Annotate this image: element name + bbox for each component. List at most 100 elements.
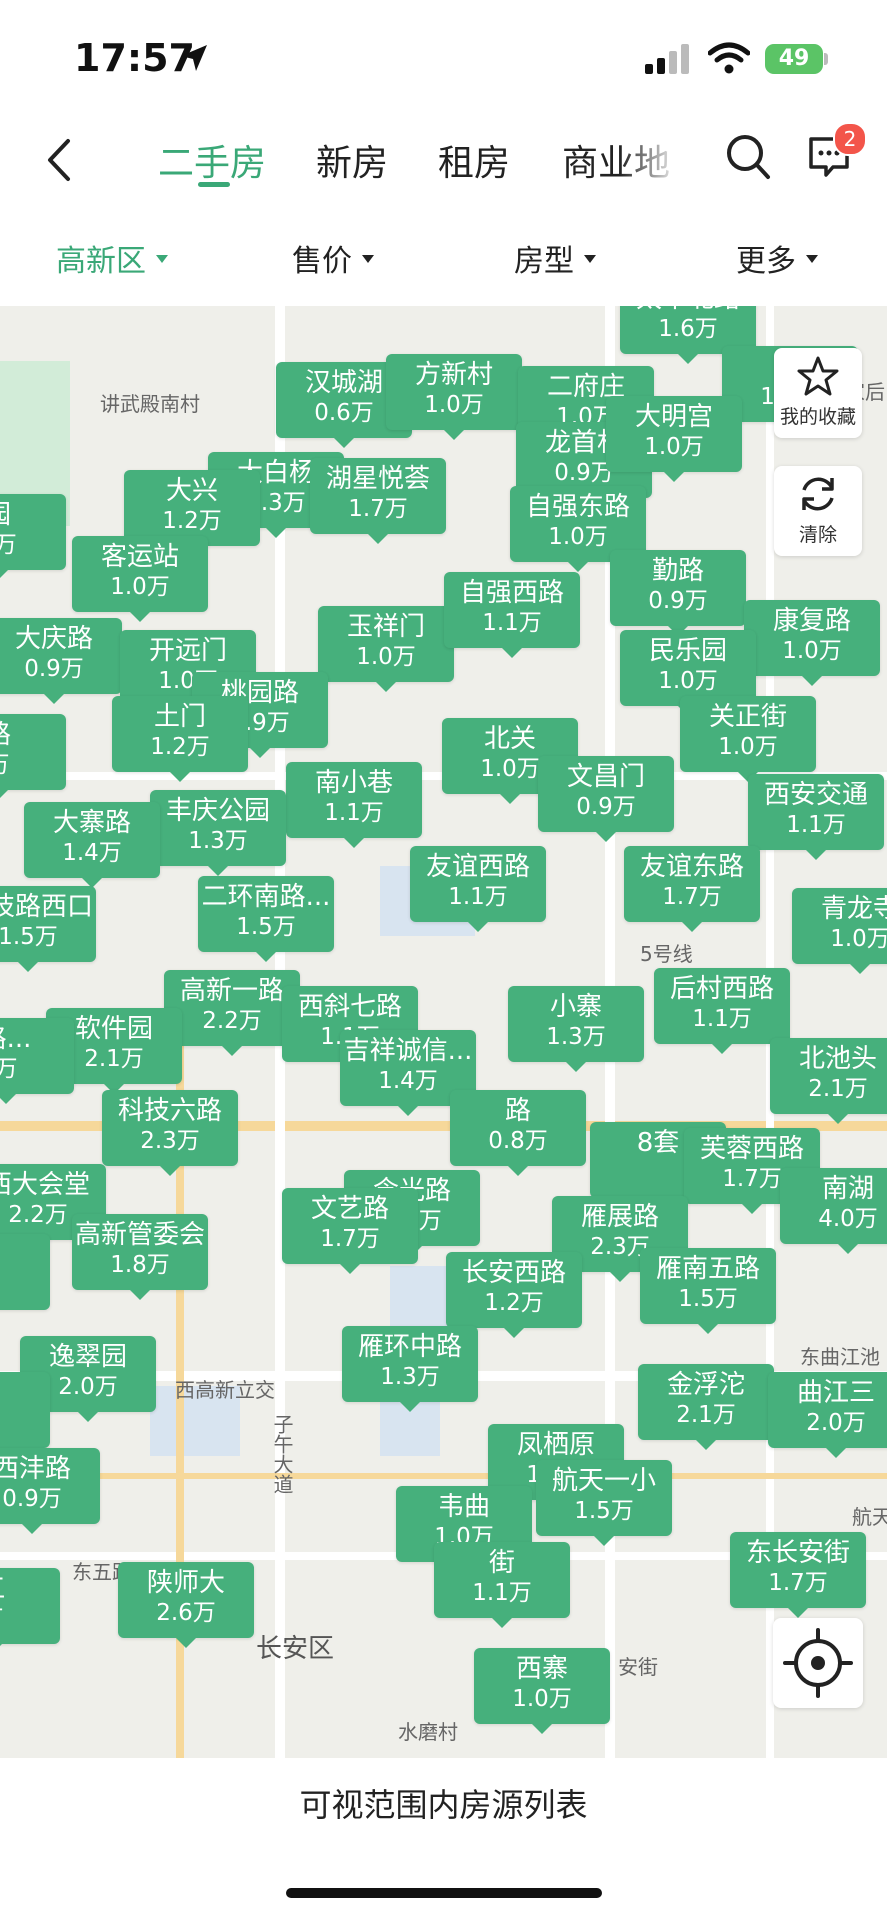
- pin-name: 玉祥门: [346, 612, 425, 642]
- listing-pin[interactable]: 路 0.8万: [450, 1090, 586, 1176]
- pin-name: 太华北路: [620, 306, 756, 314]
- pin-price: 1.5万: [678, 1286, 738, 1312]
- map-view[interactable]: 讲武殿南村 西高新立交 子午大道 东五路 长安区 水磨村 东曲江池 安街 5号线…: [0, 306, 887, 1758]
- listing-pin[interactable]: 客运站 1.0万: [72, 536, 208, 622]
- listing-pin[interactable]: 江万: [0, 1568, 60, 1654]
- pin-price: 1.0万: [512, 1686, 572, 1712]
- pin-price: 万: [0, 1056, 18, 1082]
- listing-pin[interactable]: 土门 1.2万: [112, 696, 248, 782]
- filter-district[interactable]: 高新区: [56, 236, 168, 280]
- listing-pin[interactable]: 西安交通 1.1万: [748, 774, 884, 860]
- listing-pin[interactable]: 西沣路 0.9万: [0, 1448, 100, 1534]
- pin-name: 吉祥诚信...: [343, 1036, 473, 1066]
- listing-pin[interactable]: 雁环中路 1.3万: [342, 1326, 478, 1412]
- listing-pin[interactable]: 陕师大 2.6万: [118, 1562, 254, 1648]
- listing-pin[interactable]: 关正街 1.0万: [680, 696, 816, 782]
- favorites-button[interactable]: 我的收藏: [774, 348, 862, 438]
- tab-second-hand[interactable]: 二手房: [158, 134, 266, 186]
- listing-pin[interactable]: 南小巷 1.1万: [286, 762, 422, 848]
- pin-price: 0.9万: [648, 588, 708, 614]
- clear-button[interactable]: 清除: [774, 466, 862, 556]
- listing-pin[interactable]: 西寨 1.0万: [474, 1648, 610, 1734]
- pin-name: 科技六路: [117, 1096, 222, 1126]
- listing-pin[interactable]: 曲江三 2.0万: [768, 1372, 887, 1458]
- listing-pin[interactable]: 科技路西口1.5万: [0, 886, 96, 972]
- listing-pin[interactable]: 长安西路 1.2万: [446, 1252, 582, 1338]
- listing-pin[interactable]: 勤路 0.9万: [610, 550, 746, 636]
- listing-pin[interactable]: 路万: [0, 714, 66, 800]
- listing-pin[interactable]: 方新村 1.0万: [386, 354, 522, 440]
- pin-price: 1.3万: [188, 828, 248, 854]
- pin-name: 长安西路: [461, 1258, 566, 1288]
- listing-pin[interactable]: 高新管委会 1.8万: [72, 1214, 208, 1300]
- star-icon: [797, 356, 839, 396]
- listing-pin[interactable]: 路...万: [0, 1018, 74, 1104]
- listing-pin[interactable]: 金浮沱 2.1万: [638, 1364, 774, 1450]
- listing-pin[interactable]: 二环南路... 1.5万: [198, 876, 334, 962]
- listing-pin[interactable]: 高新一路 2.2万: [164, 970, 300, 1056]
- listing-pin[interactable]: 园万: [0, 1234, 50, 1310]
- pin-price: 万: [0, 1604, 60, 1634]
- search-icon[interactable]: [724, 132, 772, 184]
- listing-pin[interactable]: 友谊东路 1.7万: [624, 846, 760, 932]
- listing-pin[interactable]: 航天一小 1.5万: [536, 1460, 672, 1546]
- pin-name: 土门: [153, 702, 206, 732]
- pin-name: 园: [0, 1240, 50, 1270]
- back-arrow-icon[interactable]: [40, 135, 80, 185]
- favorites-label: 我的收藏: [779, 406, 856, 428]
- pin-name: 友谊西路: [425, 852, 530, 882]
- filter-layout[interactable]: 房型: [514, 236, 596, 280]
- pin-price: 0.9万: [24, 656, 84, 682]
- listing-pin[interactable]: 大兴 1.2万: [124, 470, 260, 556]
- listing-pin[interactable]: 友谊西路 1.1万: [410, 846, 546, 932]
- listing-list-bar[interactable]: 可视范围内房源列表: [0, 1758, 887, 1868]
- listing-pin[interactable]: 文昌门 0.9万: [538, 756, 674, 842]
- listing-pin[interactable]: 自强西路 1.1万: [444, 572, 580, 658]
- listing-pin[interactable]: 后村西路 1.1万: [654, 968, 790, 1054]
- pin-price: 1.0万: [658, 668, 718, 694]
- pin-name: 青龙寺: [820, 894, 887, 924]
- listing-pin[interactable]: 园1万: [0, 494, 66, 580]
- listing-pin[interactable]: 民乐园 1.0万: [620, 630, 756, 716]
- pin-price: 1.0万: [424, 392, 484, 418]
- pin-name: 曲江三: [796, 1378, 875, 1408]
- listing-pin[interactable]: 北池头 2.1万: [770, 1038, 887, 1124]
- pin-price: 1.3万: [380, 1364, 440, 1390]
- filter-price[interactable]: 售价: [292, 236, 374, 280]
- listing-pin[interactable]: 玉祥门 1.0万: [318, 606, 454, 692]
- pin-name: 大明宫: [634, 402, 713, 432]
- pin-name: 航天一小: [551, 1466, 656, 1496]
- listing-pin[interactable]: 大明宫 1.0万: [606, 396, 742, 482]
- locate-button[interactable]: [773, 1618, 863, 1708]
- listing-pin[interactable]: 大寨路 1.4万: [24, 802, 160, 888]
- pin-name: 文艺路: [310, 1194, 389, 1224]
- pin-name: 雁南五路: [655, 1254, 760, 1284]
- tab-new-homes[interactable]: 新房: [316, 134, 388, 186]
- listing-pin[interactable]: 湖星悦荟 1.7万: [310, 458, 446, 544]
- map-label: 西高新立交: [175, 1378, 275, 1402]
- listing-pin[interactable]: 街 1.1万: [434, 1542, 570, 1628]
- listing-pin[interactable]: 小寨 1.3万: [508, 986, 644, 1072]
- listing-pin[interactable]: 文艺路 1.7万: [282, 1188, 418, 1274]
- listing-pin[interactable]: 雁南五路 1.5万: [640, 1248, 776, 1334]
- pin-price: 0.9万: [2, 1486, 62, 1512]
- listing-pin[interactable]: 大庆路 0.9万: [0, 618, 122, 704]
- listing-pin[interactable]: 康复路 1.0万: [744, 600, 880, 686]
- listing-pin[interactable]: 科技六路 2.3万: [102, 1090, 238, 1176]
- listing-pin[interactable]: 紫万: [0, 1372, 50, 1448]
- status-bar: 17:57 49: [0, 0, 887, 110]
- caret-down-icon: [806, 254, 818, 263]
- pin-name: 西斜七路: [297, 992, 402, 1022]
- tab-rentals[interactable]: 租房: [438, 134, 510, 186]
- pin-price: 1.4万: [62, 840, 122, 866]
- listing-pin[interactable]: 南湖 4.0万: [780, 1168, 887, 1254]
- pin-name: 民乐园: [648, 636, 727, 666]
- pin-price: 万: [0, 1270, 50, 1300]
- pin-name: 路...: [0, 1024, 32, 1054]
- filter-more[interactable]: 更多: [736, 236, 818, 280]
- pin-price: 2.6万: [156, 1600, 216, 1626]
- listing-pin[interactable]: 丰庆公园 1.3万: [150, 790, 286, 876]
- pin-name: 路: [504, 1096, 531, 1126]
- listing-pin[interactable]: 东长安街 1.7万: [730, 1532, 866, 1618]
- listing-pin[interactable]: 青龙寺 1.0万: [792, 888, 887, 974]
